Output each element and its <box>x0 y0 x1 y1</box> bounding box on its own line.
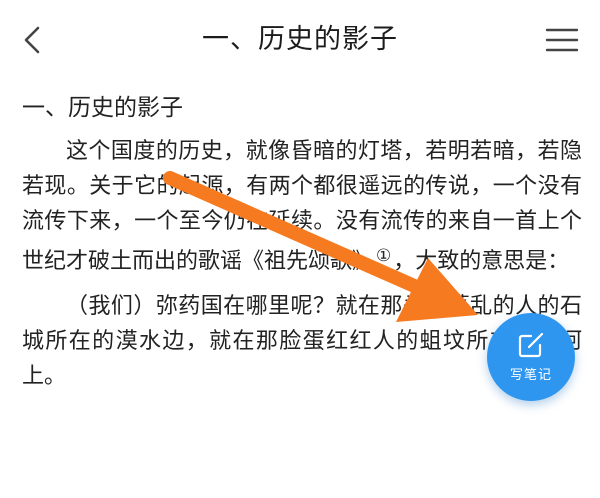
hamburger-menu-icon <box>545 28 579 52</box>
write-note-label: 写笔记 <box>509 367 552 383</box>
paragraph-1-tail: ，大致的意思是： <box>393 249 570 274</box>
menu-button[interactable] <box>538 18 586 62</box>
edit-note-icon <box>518 332 544 357</box>
paragraph-1: 这个国度的历史，就像昏暗的灯塔，若明若暗，若隐若现。关于它的起源，有两个都很遥远… <box>22 134 582 279</box>
section-heading: 一、历史的影子 <box>22 95 183 121</box>
footnote-marker[interactable]: ① <box>376 246 391 266</box>
page-title: 一、历史的影子 <box>202 24 398 55</box>
top-bar: 一、历史的影子 <box>0 0 600 78</box>
write-note-button[interactable]: 写笔记 <box>487 313 575 401</box>
